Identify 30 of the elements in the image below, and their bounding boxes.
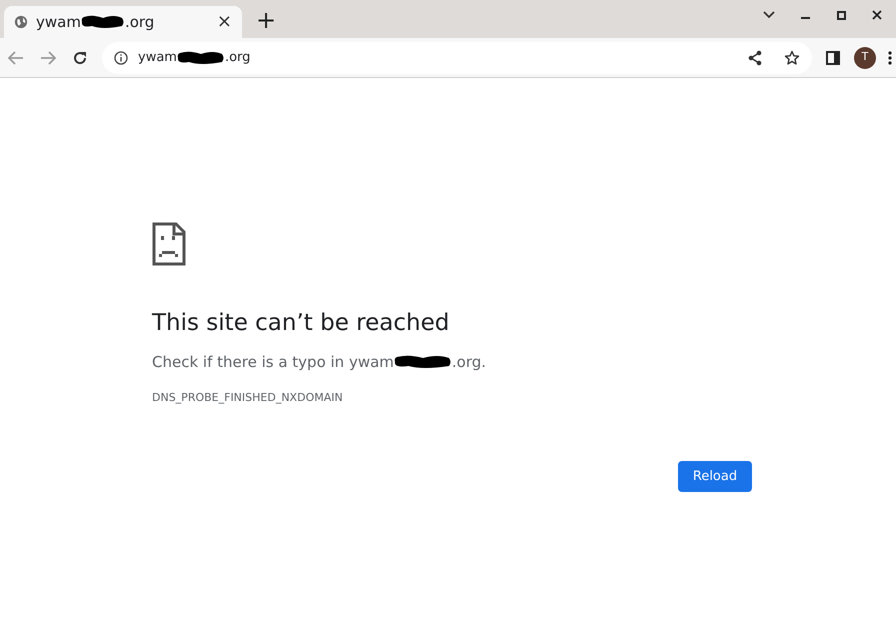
- close-icon[interactable]: ×: [216, 13, 232, 31]
- redaction-mark: [80, 15, 125, 29]
- share-icon[interactable]: [748, 50, 762, 66]
- url-text: .org: [224, 48, 250, 67]
- info-icon[interactable]: [114, 50, 128, 64]
- tab-title: .org: [124, 12, 154, 33]
- maximize-icon[interactable]: [837, 10, 846, 20]
- reload-icon[interactable]: [72, 50, 88, 66]
- error-heading: This site can’t be reached: [152, 309, 450, 338]
- url-text: ywam: [138, 48, 177, 67]
- error-code: DNS_PROBE_FINISHED_NXDOMAIN: [152, 390, 343, 406]
- tab-title: ywam: [36, 12, 81, 33]
- redaction-mark: [176, 50, 225, 64]
- error-message: Check if there is a typo in ywam: [152, 352, 394, 373]
- forward-arrow-icon[interactable]: [40, 50, 56, 64]
- star-icon[interactable]: [784, 50, 800, 66]
- chevron-down-icon[interactable]: [763, 11, 775, 19]
- redaction-mark: [394, 355, 452, 370]
- side-panel-icon[interactable]: [826, 50, 840, 64]
- globe-icon: [14, 15, 28, 29]
- reload-button[interactable]: Reload: [678, 461, 752, 492]
- back-arrow-icon[interactable]: [8, 50, 24, 64]
- sad-page-icon: [152, 222, 186, 266]
- close-icon[interactable]: [872, 10, 882, 20]
- menu-icon[interactable]: [888, 50, 892, 64]
- browser-tab[interactable]: ywam .org ×: [4, 6, 242, 38]
- profile-avatar[interactable]: T: [854, 46, 876, 68]
- error-message: .org.: [452, 352, 486, 373]
- address-bar[interactable]: ywam .org: [102, 42, 812, 74]
- new-tab-button[interactable]: +: [256, 8, 276, 32]
